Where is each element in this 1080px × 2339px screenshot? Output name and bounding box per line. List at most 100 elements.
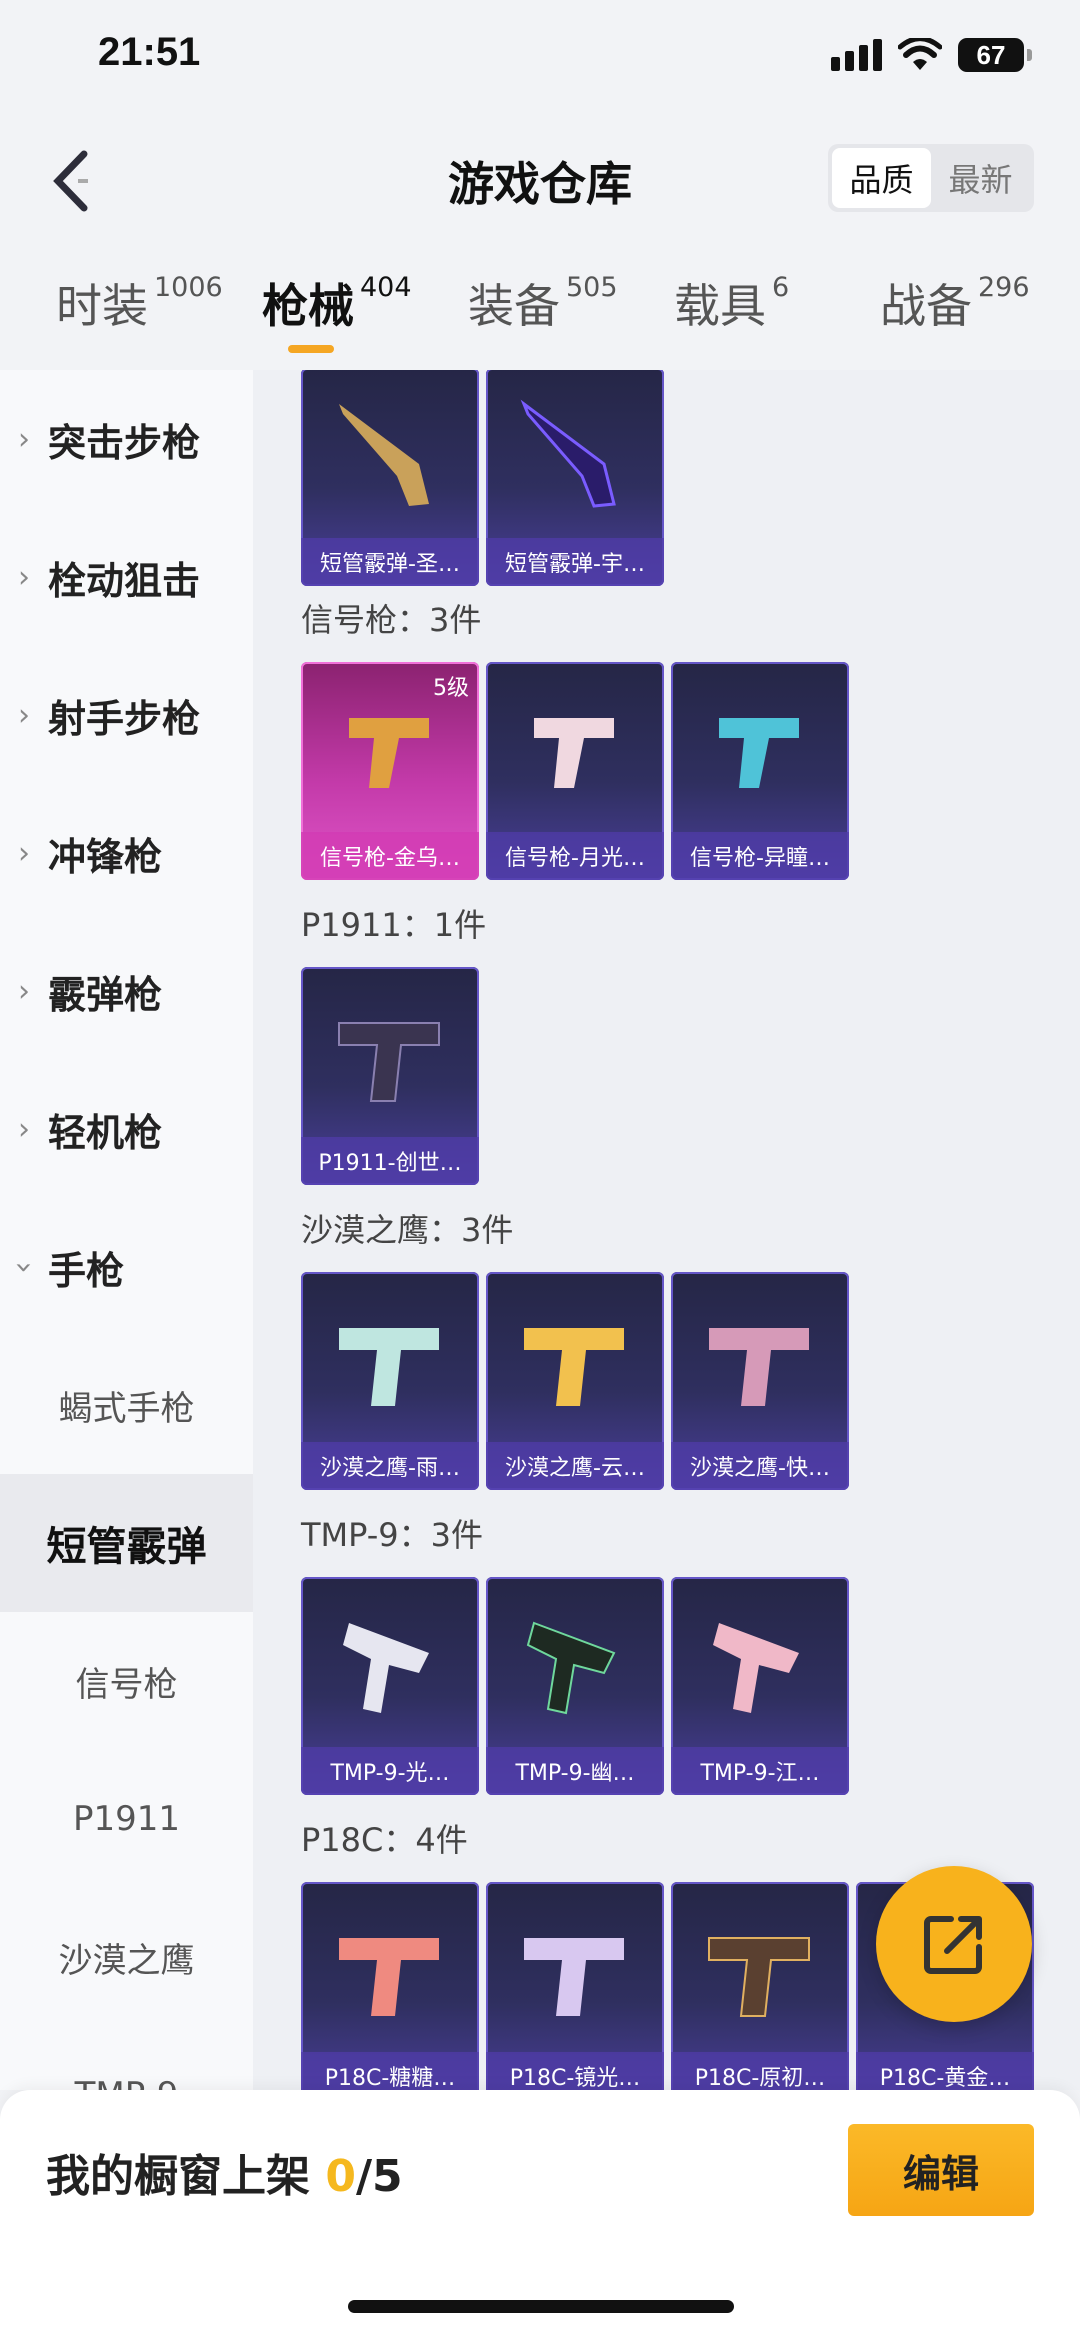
item-card[interactable]: 5级 信号枪-金乌… [301, 662, 479, 880]
tab-fashion[interactable]: 时装 1006 [56, 270, 223, 336]
sidebar-item-smg[interactable]: › 冲锋枪 [0, 784, 253, 922]
item-grid: 短管霰弹-圣… 短管霰弹-宇… [301, 370, 664, 586]
item-card[interactable]: P18C-原初… [671, 1882, 849, 2090]
item-card[interactable]: 沙漠之鹰-雨… [301, 1272, 479, 1490]
section-title: 信号枪：3件 [301, 601, 482, 639]
sidebar-item-marksman-rifle[interactable]: › 射手步枪 [0, 646, 253, 784]
item-card[interactable]: P18C-糖糖… [301, 1882, 479, 2090]
share-icon [924, 1916, 982, 1974]
chevron-right-icon: › [18, 697, 30, 733]
tab-label: 时装 [56, 279, 148, 333]
sort-toggle: 品质 最新 [828, 144, 1034, 212]
header: 游戏仓库 品质 最新 [0, 120, 1080, 240]
item-card[interactable]: 短管霰弹-圣… [301, 370, 479, 586]
showcase-label: 我的橱窗上架 0/5 [46, 2140, 403, 2204]
section-title: TMP-9：3件 [301, 1516, 484, 1554]
sidebar-subitem-p1911[interactable]: P1911 [0, 1750, 253, 1888]
status-time: 21:51 [98, 30, 201, 74]
edit-button[interactable]: 编辑 [848, 2124, 1034, 2216]
chevron-right-icon: › [18, 421, 30, 457]
item-name: TMP-9-江… [671, 1747, 849, 1795]
item-name: 信号枪-异瞳… [671, 832, 849, 880]
item-card[interactable]: 沙漠之鹰-云… [486, 1272, 664, 1490]
status-bar: 21:51 67 [0, 0, 1080, 120]
pistol-icon [524, 1328, 624, 1406]
tab-count: 296 [978, 272, 1030, 303]
sidebar-subitem-short-shotgun[interactable]: 短管霰弹 [0, 1474, 253, 1612]
category-tabs: 时装 1006 枪械 404 装备 505 载具 6 战备 296 [0, 250, 1080, 370]
sidebar-item-lmg[interactable]: › 轻机枪 [0, 1060, 253, 1198]
sidebar-item-bolt-sniper[interactable]: › 栓动狙击 [0, 508, 253, 646]
pistol-icon [339, 1328, 439, 1406]
tab-count: 6 [772, 272, 790, 303]
flare-gun-icon [719, 718, 799, 788]
pistol-icon [339, 1938, 439, 2016]
tab-firearms[interactable]: 枪械 404 [262, 270, 412, 336]
item-card[interactable]: P1911-创世… [301, 967, 479, 1185]
pistol-icon [708, 1937, 810, 2017]
item-card[interactable]: P18C-镜光… [486, 1882, 664, 2090]
sidebar-item-label: 突击步枪 [48, 420, 201, 465]
sidebar-item-label: TMP-9 [0, 2075, 253, 2090]
sidebar-item-assault-rifle[interactable]: › 突击步枪 [0, 370, 253, 508]
active-tab-indicator [288, 345, 334, 353]
wifi-icon [898, 38, 942, 70]
sidebar-subitem-scorpion[interactable]: 蝎式手枪 [0, 1336, 253, 1474]
chevron-right-icon: › [18, 559, 30, 595]
sidebar-item-label: 霰弹枪 [48, 972, 163, 1017]
section-title: 沙漠之鹰：3件 [301, 1211, 514, 1249]
item-name: 沙漠之鹰-雨… [301, 1442, 479, 1490]
sidebar-item-label: 短管霰弹 [46, 1524, 207, 1570]
item-name: P18C-镜光… [486, 2052, 664, 2090]
item-card[interactable]: 沙漠之鹰-快… [671, 1272, 849, 1490]
tab-supplies[interactable]: 战备 296 [880, 270, 1030, 336]
sidebar-item-label: 栓动狙击 [48, 558, 201, 603]
sidebar-subitem-desert-eagle[interactable]: 沙漠之鹰 [0, 1888, 253, 2026]
item-card[interactable]: TMP-9-幽… [486, 1577, 664, 1795]
item-name: TMP-9-幽… [486, 1747, 664, 1795]
sidebar-item-label: 手枪 [48, 1248, 125, 1293]
sidebar-item-pistol[interactable]: › 手枪 [0, 1198, 253, 1336]
item-card[interactable]: TMP-9-江… [671, 1577, 849, 1795]
pistol-icon [524, 1938, 624, 2016]
sidebar-item-shotgun[interactable]: › 霰弹枪 [0, 922, 253, 1060]
sidebar-subitem-tmp9[interactable]: TMP-9 [0, 2026, 253, 2090]
showcase-current-count: 0 [325, 2151, 356, 2202]
home-indicator[interactable] [348, 2300, 734, 2313]
item-name: 短管霰弹-宇… [486, 538, 664, 586]
sidebar-item-label: 轻机枪 [48, 1110, 163, 1155]
sidebar-subitem-flare-gun[interactable]: 信号枪 [0, 1612, 253, 1750]
sort-quality-button[interactable]: 品质 [832, 148, 931, 208]
tab-vehicles[interactable]: 载具 6 [674, 270, 789, 336]
item-grid: P1911-创世… [301, 967, 479, 1185]
item-card[interactable]: 信号枪-月光… [486, 662, 664, 880]
smg-icon [713, 1623, 799, 1713]
tab-label: 载具 [674, 279, 766, 333]
item-card[interactable]: 信号枪-异瞳… [671, 662, 849, 880]
sidebar-item-label: 射手步枪 [48, 696, 201, 741]
sidebar-item-label: 冲锋枪 [48, 834, 163, 879]
chevron-right-icon: › [18, 835, 30, 871]
sidebar-item-label: 蝎式手枪 [58, 1388, 195, 1429]
sort-newest-button[interactable]: 最新 [931, 148, 1030, 208]
tab-label: 枪械 [262, 279, 354, 333]
item-name: 沙漠之鹰-云… [486, 1442, 664, 1490]
sidebar-item-label: 沙漠之鹰 [58, 1940, 195, 1981]
tab-label: 装备 [468, 279, 560, 333]
item-grid: TMP-9-光… TMP-9-幽… TMP-9-江… [301, 1577, 849, 1795]
share-button[interactable] [876, 1866, 1032, 2022]
chevron-right-icon: › [18, 1111, 30, 1147]
showcase-total-count: /5 [355, 2151, 403, 2202]
item-card[interactable]: TMP-9-光… [301, 1577, 479, 1795]
tab-count: 505 [566, 272, 618, 303]
signal-icon [831, 39, 882, 71]
item-list[interactable]: 短管霰弹-圣… 短管霰弹-宇… 信号枪：3件 5级 信号枪-金乌… 信号枪-月光… [253, 370, 1080, 2090]
item-name: P18C-黄金… [856, 2052, 1034, 2090]
battery-icon: 67 [958, 38, 1032, 72]
item-card[interactable]: 短管霰弹-宇… [486, 370, 664, 586]
chevron-down-icon: › [6, 1261, 42, 1273]
section-title: P1911：1件 [301, 906, 487, 944]
flare-gun-icon [349, 718, 429, 788]
sidebar-item-label: 信号枪 [75, 1664, 178, 1705]
tab-equipment[interactable]: 装备 505 [468, 270, 618, 336]
